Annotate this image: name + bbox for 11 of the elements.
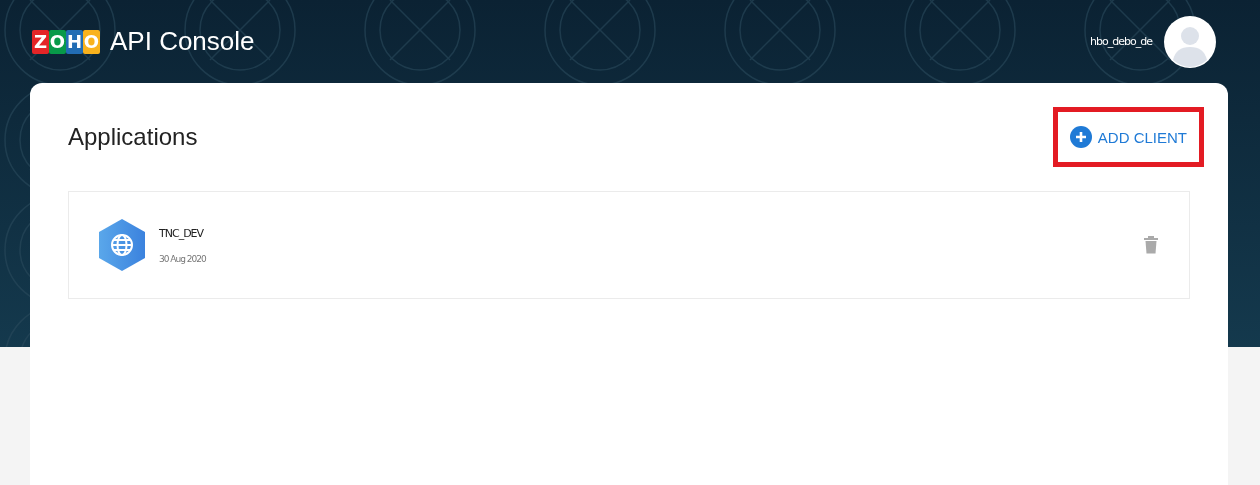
- plus-icon: [1069, 126, 1092, 148]
- zoho-logo: ZOHO: [32, 29, 100, 54]
- application-row[interactable]: TNC_DEV 30 Aug 2020: [68, 191, 1190, 299]
- avatar-icon[interactable]: [1164, 15, 1216, 68]
- user-name: hbo_debo_de: [1090, 35, 1152, 48]
- add-client-button[interactable]: ADD CLIENT: [1052, 107, 1204, 167]
- page-title: Applications: [68, 123, 198, 151]
- app-title: API Console: [110, 26, 255, 57]
- application-date: 30 Aug 2020: [159, 253, 207, 264]
- globe-icon: [99, 219, 145, 271]
- application-name: TNC_DEV: [159, 226, 205, 240]
